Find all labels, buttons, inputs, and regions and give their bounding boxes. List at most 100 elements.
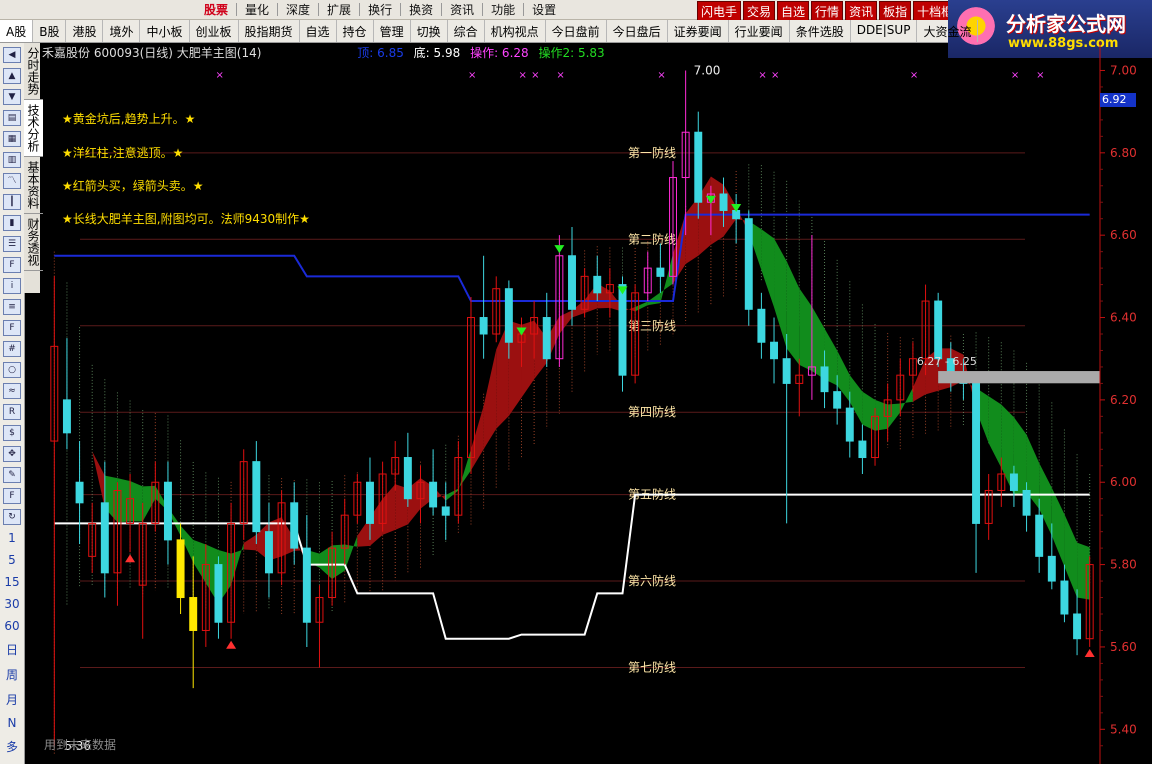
quick-button[interactable]: 闪电手 — [697, 1, 742, 22]
menu-item[interactable]: 深度 — [278, 1, 318, 18]
bars-icon[interactable]: ▮ — [3, 215, 21, 231]
quick-button[interactable]: 自选 — [777, 1, 810, 22]
ma-ribbon-segment — [774, 238, 787, 349]
period-button[interactable]: 5 — [0, 553, 24, 567]
market-tab[interactable]: 自选 — [300, 20, 337, 42]
candle-body — [782, 358, 791, 384]
market-tab[interactable]: 股指期货 — [239, 20, 300, 42]
note-4: ★长线大肥羊主图,附图均可。法师9430制作★ — [62, 212, 310, 226]
market-tab[interactable]: 条件选股 — [790, 20, 851, 42]
menu-item[interactable]: 换行 — [360, 1, 400, 18]
price-tick-label: 7.00 — [1110, 63, 1137, 77]
circle-icon[interactable]: ○ — [3, 362, 21, 378]
quick-button[interactable]: 交易 — [743, 1, 776, 22]
market-tab[interactable]: 管理 — [374, 20, 411, 42]
candle-body — [934, 300, 943, 360]
market-tab[interactable]: 切换 — [411, 20, 448, 42]
arrow-left-icon[interactable]: ◀ — [3, 47, 21, 63]
pencil-icon[interactable]: ✎ — [3, 467, 21, 483]
market-tab[interactable]: 证券要闻 — [668, 20, 729, 42]
market-tab[interactable]: 中小板 — [140, 20, 190, 42]
f10-icon[interactable]: F — [3, 257, 21, 273]
price-tick-label: 5.80 — [1110, 558, 1137, 572]
market-tab[interactable]: 机构视点 — [485, 20, 546, 42]
market-tab[interactable]: 今日盘后 — [607, 20, 668, 42]
dollar-icon[interactable]: $ — [3, 425, 21, 441]
indicator-icon[interactable]: ≈ — [3, 383, 21, 399]
kline-icon[interactable]: ┃ — [3, 194, 21, 210]
ma-ribbon-segment — [761, 229, 775, 308]
period-button[interactable]: 1 — [0, 531, 24, 545]
quick-button[interactable]: 资讯 — [845, 1, 878, 22]
candle-body — [1022, 489, 1031, 516]
period-button[interactable]: 30 — [0, 597, 24, 611]
grid-icon[interactable]: # — [3, 341, 21, 357]
info-icon[interactable]: i — [3, 278, 21, 294]
market-tab[interactable]: DDE|SUP — [851, 20, 918, 42]
market-tab[interactable]: 境外 — [103, 20, 141, 42]
ma-ribbon-segment — [799, 288, 812, 372]
market-tab[interactable]: 持仓 — [337, 20, 374, 42]
ma-ribbon-segment — [193, 539, 206, 584]
period-button[interactable]: 60 — [0, 619, 24, 633]
menu-item[interactable]: 量化 — [237, 1, 277, 18]
refresh-icon[interactable]: ↻ — [3, 509, 21, 525]
sell-arrow-icon — [554, 245, 565, 254]
menu-item[interactable]: 功能 — [483, 1, 523, 18]
market-tab[interactable]: 综合 — [448, 20, 485, 42]
current-price-label: 6.92 — [1100, 93, 1136, 107]
period-button[interactable]: N — [0, 716, 24, 730]
market-tab[interactable]: 行业要闻 — [729, 20, 790, 42]
future-data-note: 用到未来数据 — [44, 738, 117, 752]
rsi-icon[interactable]: R — [3, 404, 21, 420]
menu-item[interactable]: 股票 — [196, 1, 236, 18]
market-tab[interactable]: 港股 — [66, 20, 104, 42]
move-icon[interactable]: ✥ — [3, 446, 21, 462]
ma-ribbon-segment — [1051, 487, 1065, 567]
arrow-down-icon[interactable]: ▼ — [3, 89, 21, 105]
quick-button[interactable]: 板指 — [879, 1, 912, 22]
menu-item[interactable]: 扩展 — [319, 1, 359, 18]
market-tab[interactable]: 今日盘前 — [546, 20, 607, 42]
ma-ribbon-segment — [647, 292, 661, 306]
line-chart-icon[interactable]: 〽 — [3, 173, 21, 189]
candle-body — [542, 317, 551, 360]
market-tab[interactable]: B股 — [33, 20, 67, 42]
period-button[interactable]: 日 — [0, 641, 24, 658]
period-button[interactable]: 周 — [0, 666, 24, 683]
ma-ribbon-segment — [1077, 542, 1090, 600]
market-tab[interactable]: 大资金流 — [917, 20, 979, 42]
market-tab[interactable]: A股 — [0, 20, 34, 42]
price-tick-label: 6.80 — [1110, 146, 1137, 160]
list-icon[interactable]: ☰ — [3, 236, 21, 252]
period-button[interactable]: 15 — [0, 575, 24, 589]
range-label: 6.27 - 6.25 — [917, 355, 977, 368]
arrow-up-icon[interactable]: ▲ — [3, 68, 21, 84]
price-tick-label: 5.40 — [1110, 722, 1137, 736]
report-icon[interactable]: ▦ — [3, 131, 21, 147]
candle-body — [403, 457, 412, 500]
candle-body — [441, 506, 450, 516]
menu-item[interactable]: 设置 — [524, 1, 564, 18]
f12-icon[interactable]: F — [3, 320, 21, 336]
menu-item[interactable]: 资讯 — [442, 1, 482, 18]
candle-body — [479, 317, 488, 335]
candle-body — [504, 288, 513, 343]
menu-item[interactable]: 换资 — [401, 1, 441, 18]
news-icon[interactable]: ≡ — [3, 299, 21, 315]
candle-body — [366, 481, 374, 524]
vertical-tabs: 分时走势 技术分析 基本资料 财务透视 — [24, 43, 43, 293]
price-tick-label: 5.60 — [1110, 640, 1137, 654]
kline-chart[interactable]: 第一防线第二防线第三防线第四防线第五防线第六防线第七防线× × × × × × × × × × ×7… — [40, 42, 1152, 764]
f5-icon[interactable]: F — [3, 488, 21, 504]
table-icon[interactable]: ▥ — [3, 152, 21, 168]
buy-arrow-icon — [125, 554, 136, 563]
chart-icon[interactable]: ▤ — [3, 110, 21, 126]
defense-label: 第四防线 — [628, 404, 676, 419]
market-tab[interactable]: 创业板 — [190, 20, 239, 42]
period-button[interactable]: 月 — [0, 691, 24, 708]
high-label: 7.00 — [694, 63, 721, 77]
quick-button[interactable]: 行情 — [811, 1, 844, 22]
period-button[interactable]: 多 — [0, 738, 24, 755]
top-marker: × — [1036, 70, 1044, 81]
